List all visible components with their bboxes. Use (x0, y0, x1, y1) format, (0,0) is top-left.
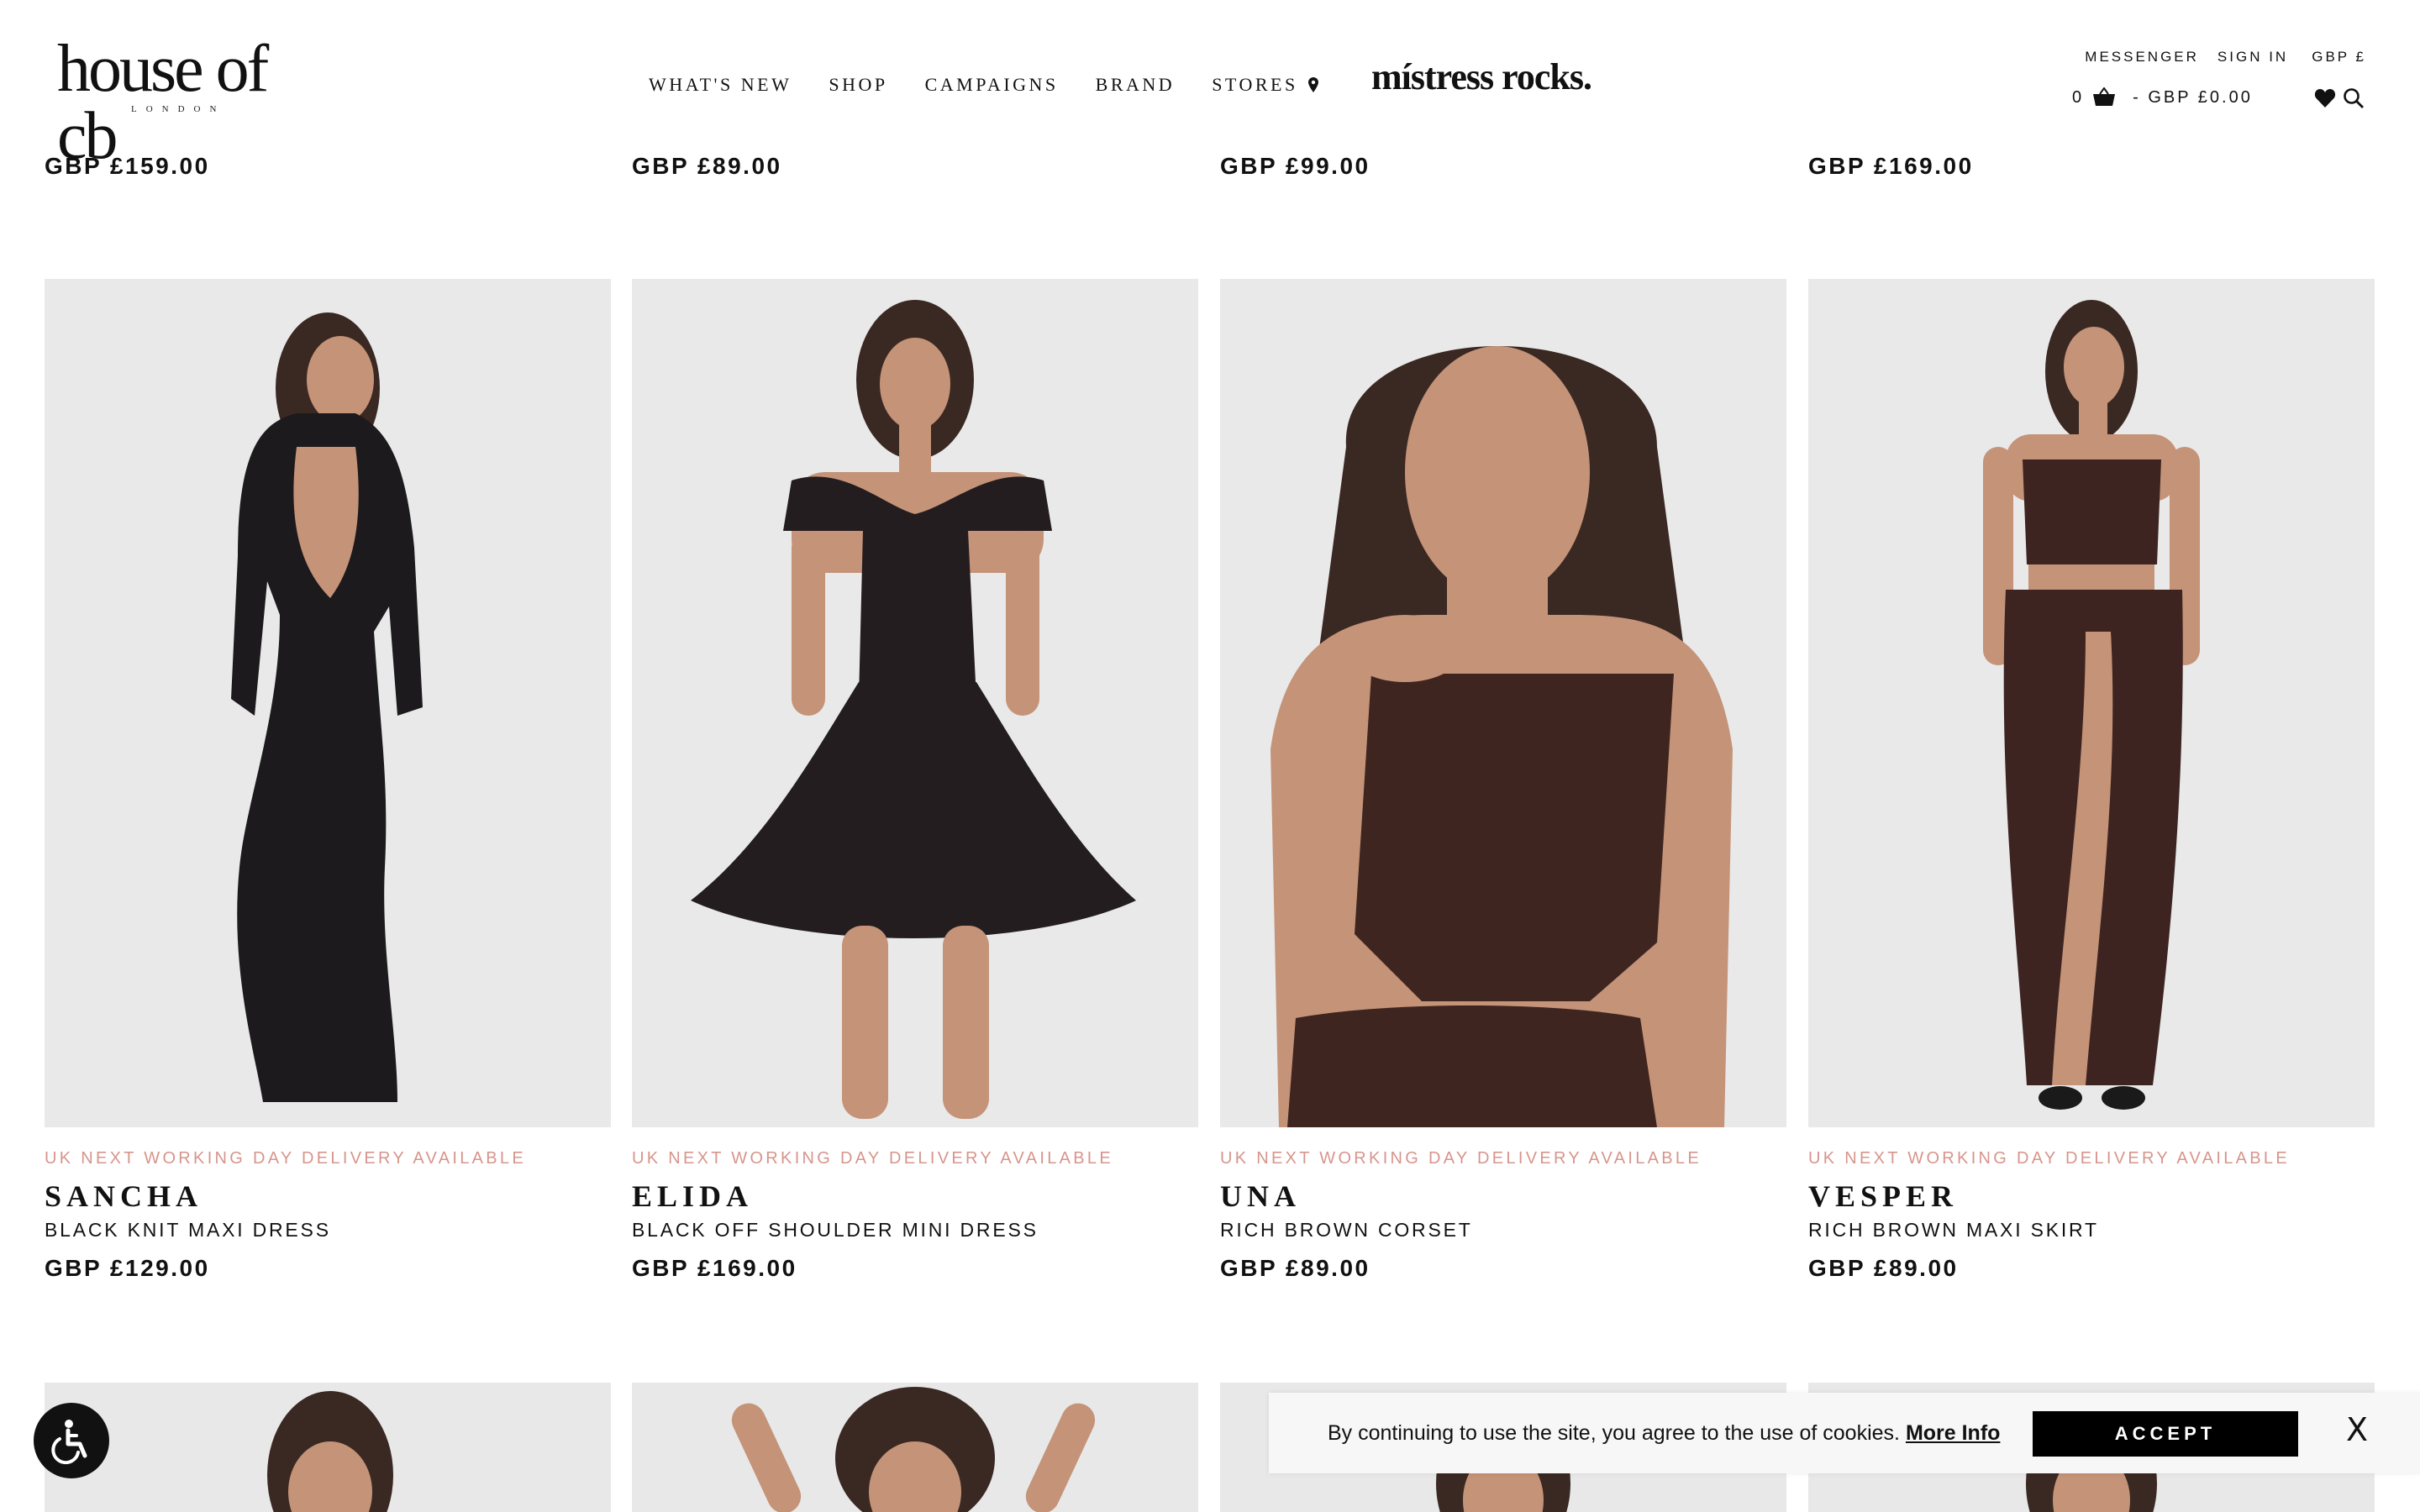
nav-shop[interactable]: SHOP (829, 74, 887, 96)
product-name[interactable]: ELIDA (632, 1179, 1198, 1214)
product-card-sancha[interactable]: UK NEXT WORKING DAY DELIVERY AVAILABLE S… (45, 279, 611, 1282)
delivery-note: UK NEXT WORKING DAY DELIVERY AVAILABLE (45, 1149, 526, 1168)
product-image[interactable] (1220, 279, 1786, 1127)
currency-selector[interactable]: GBP £ (2312, 49, 2366, 66)
model-photo (267, 1391, 393, 1512)
campaign-logo-mistress-rocks[interactable]: místress rocks. (1371, 55, 1592, 98)
product-image[interactable] (632, 1383, 1198, 1512)
product-description: RICH BROWN CORSET (1220, 1219, 1473, 1241)
delivery-note: UK NEXT WORKING DAY DELIVERY AVAILABLE (1808, 1149, 2290, 1168)
sign-in-link[interactable]: SIGN IN (2217, 49, 2288, 66)
nav-campaigns[interactable]: CAMPAIGNS (925, 74, 1059, 96)
model-photo (231, 312, 423, 1102)
cart-total: - GBP £0.00 (2133, 87, 2253, 107)
product-name[interactable]: VESPER (1808, 1179, 2375, 1214)
cart-count: 0 (2072, 87, 2085, 107)
nav-brand[interactable]: BRAND (1096, 74, 1176, 96)
cart-summary[interactable]: 0 - GBP £0.00 (2072, 87, 2253, 108)
close-cookie-banner-button[interactable]: X (2343, 1413, 2371, 1446)
logo-subtitle: LONDON (131, 104, 226, 114)
product-image[interactable] (45, 279, 611, 1127)
map-pin-icon (1307, 77, 1318, 92)
search-icon[interactable] (2343, 87, 2365, 109)
product-description: RICH BROWN MAXI SKIRT (1808, 1219, 2099, 1241)
main-nav: WHAT'S NEW SHOP CAMPAIGNS BRAND STORES (649, 74, 1318, 96)
delivery-note: UK NEXT WORKING DAY DELIVERY AVAILABLE (632, 1149, 1113, 1168)
model-photo (1270, 346, 1733, 1127)
wheelchair-icon (51, 1420, 87, 1465)
product-price: GBP £169.00 (632, 1255, 797, 1281)
product-description: BLACK OFF SHOULDER MINI DRESS (632, 1219, 1039, 1241)
product-card-elida[interactable]: UK NEXT WORKING DAY DELIVERY AVAILABLE E… (632, 279, 1198, 1282)
product-card-una[interactable]: UK NEXT WORKING DAY DELIVERY AVAILABLE U… (1220, 279, 1786, 1282)
cookie-more-info-link[interactable]: More Info (1906, 1421, 2001, 1445)
product-price: GBP £89.00 (1808, 1255, 1959, 1281)
accept-cookies-button[interactable]: ACCEPT (2033, 1411, 2298, 1457)
messenger-link[interactable]: MESSENGER (2085, 49, 2199, 66)
nav-stores[interactable]: STORES (1212, 74, 1318, 96)
product-card-vesper[interactable]: UK NEXT WORKING DAY DELIVERY AVAILABLE V… (1808, 279, 2375, 1282)
product-price: GBP £129.00 (45, 1255, 210, 1281)
delivery-note: UK NEXT WORKING DAY DELIVERY AVAILABLE (1220, 1149, 1702, 1168)
product-price: GBP £169.00 (1808, 153, 1974, 179)
utility-links: MESSENGER SIGN IN GBP £ (2085, 49, 2366, 66)
nav-whats-new[interactable]: WHAT'S NEW (649, 74, 792, 96)
product-image[interactable] (1808, 279, 2375, 1127)
product-price: GBP £99.00 (1220, 153, 1370, 179)
nav-stores-label: STORES (1212, 74, 1298, 95)
product-price: GBP £89.00 (632, 153, 782, 179)
basket-icon (2093, 87, 2116, 106)
product-image[interactable] (632, 279, 1198, 1127)
accessibility-button[interactable] (34, 1403, 109, 1478)
model-photo (731, 1387, 1096, 1512)
cookie-message: By continuing to use the site, you agree… (1328, 1421, 2000, 1446)
model-photo (1983, 300, 2200, 1110)
site-header: house of cb LONDON WHAT'S NEW SHOP CAMPA… (0, 0, 2420, 170)
heart-icon[interactable] (2314, 87, 2336, 109)
cookie-text: By continuing to use the site, you agree… (1328, 1421, 1900, 1445)
product-description: BLACK KNIT MAXI DRESS (45, 1219, 331, 1241)
logo-wordmark: house of cb (57, 32, 269, 173)
product-price: GBP £89.00 (1220, 1255, 1370, 1281)
product-image[interactable] (45, 1383, 611, 1512)
product-name[interactable]: SANCHA (45, 1179, 611, 1214)
cookie-banner: By continuing to use the site, you agree… (1269, 1393, 2420, 1473)
product-name[interactable]: UNA (1220, 1179, 1786, 1214)
model-photo (691, 300, 1136, 1119)
house-of-cb-logo[interactable]: house of cb LONDON (57, 35, 318, 170)
